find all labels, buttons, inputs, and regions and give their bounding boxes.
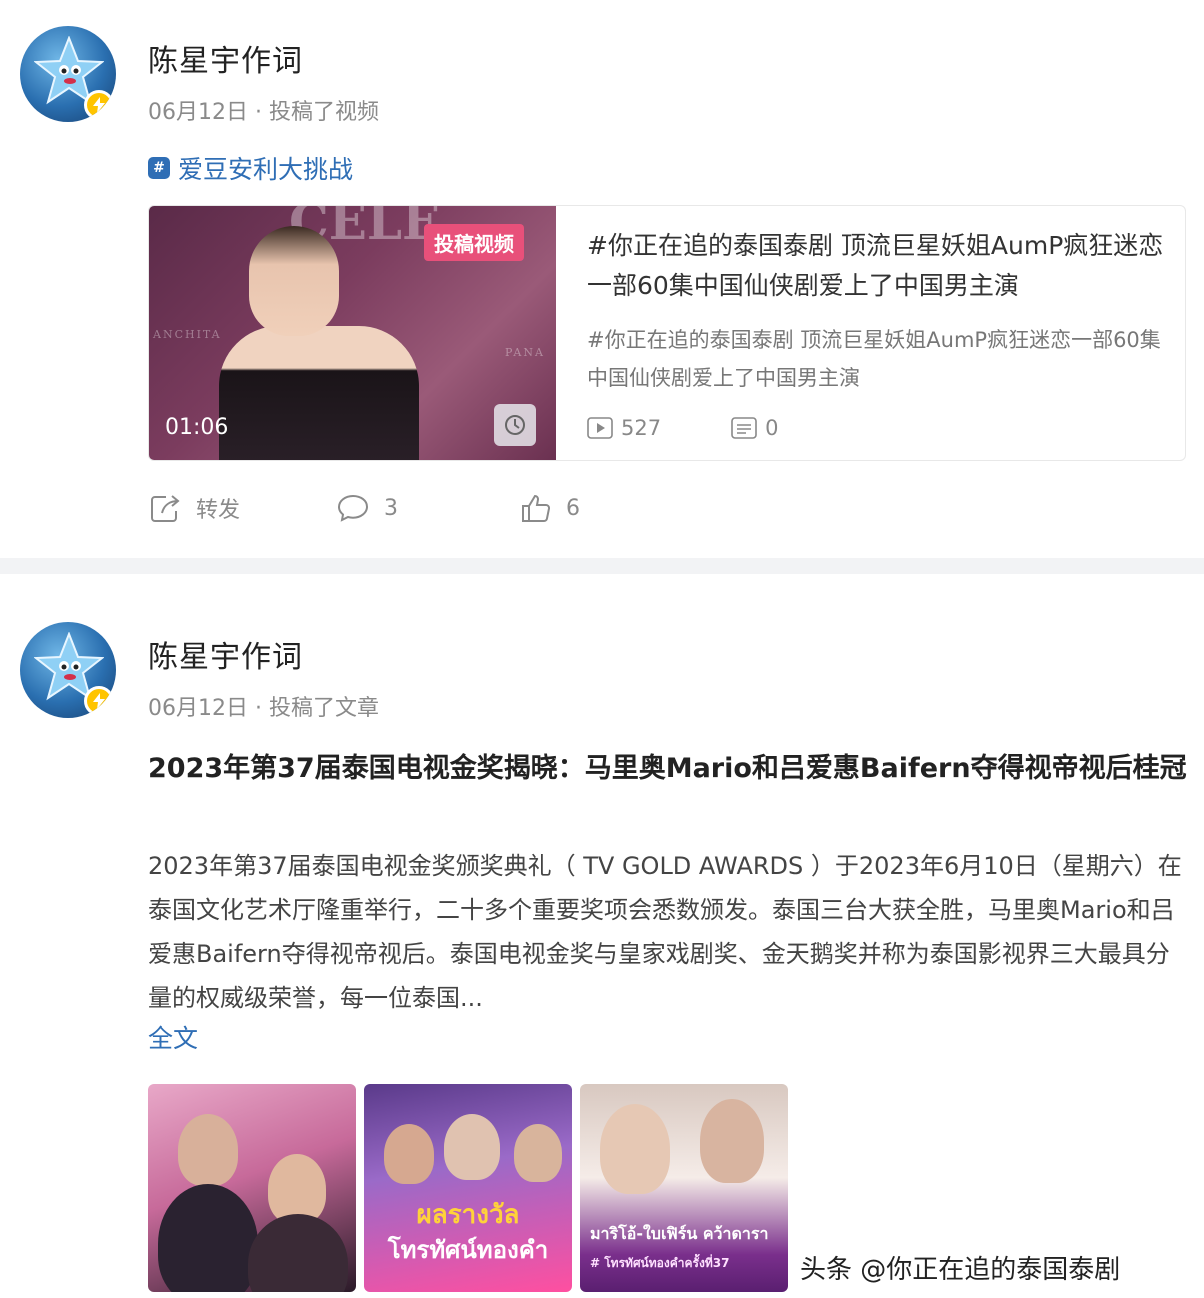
comment-list-icon [731, 417, 757, 439]
image-grid: ผลรางวัล โทรทัศน์ทองคำ มาริโอ้-ใบเฟิร์น … [148, 1084, 788, 1292]
play-count-value: 527 [621, 416, 662, 440]
image-figure [444, 1114, 500, 1180]
play-icon [587, 417, 613, 439]
like-button[interactable]: 6 [520, 493, 580, 523]
article-title[interactable]: 2023年第37届泰国电视金奖揭晓：马里奥Mario和吕爱惠Baifern夺得视… [148, 744, 1188, 794]
topic-label: 爱豆安利大挑战 [178, 155, 354, 184]
comment-count: 0 [731, 416, 778, 440]
image-caption: # โทรทัศน์ทองคำครั้งที่37 [590, 1256, 730, 1270]
thumb-figure [219, 326, 419, 460]
video-post: 陈星宇作词 06月12日 · 投稿了视频 # 爱豆安利大挑战 CELE ANCH… [0, 0, 1204, 558]
video-duration: 01:06 [165, 415, 229, 440]
watermark: 头条 @你正在追的泰国泰剧 [800, 1255, 1121, 1285]
feed-divider [0, 558, 1204, 574]
like-count-label: 6 [566, 495, 580, 521]
image-figure [248, 1214, 348, 1292]
article-post: 陈星宇作词 06月12日 · 投稿了文章 2023年第37届泰国电视金奖揭晓：马… [0, 574, 1204, 1298]
image-figure [384, 1124, 434, 1184]
image-caption: มาริโอ้-ใบเฟิร์น คว้าดารา [590, 1224, 769, 1243]
topic-link[interactable]: # 爱豆安利大挑战 [148, 150, 353, 186]
verified-badge-icon [84, 686, 114, 716]
comment-button[interactable]: 3 [336, 493, 520, 523]
thumb-figure-head [249, 226, 339, 336]
article-body: 2023年第37届泰国电视金奖颁奖典礼（ TV GOLD AWARDS ）于20… [148, 852, 1182, 1012]
thumb-backdrop-text: PANA [505, 346, 545, 359]
video-thumbnail[interactable]: CELE ANCHITA PANA 投稿视频 01:06 [149, 206, 556, 460]
comment-count-value: 0 [765, 416, 779, 440]
post-meta: 06月12日 · 投稿了文章 [148, 696, 379, 721]
thumbs-up-icon [522, 494, 550, 523]
image-figure [178, 1114, 238, 1186]
repost-button[interactable]: 转发 [150, 492, 336, 524]
image-caption: ผลรางวัล [416, 1200, 520, 1230]
verified-badge-icon [84, 90, 114, 120]
action-bar: 转发 3 6 [150, 492, 580, 524]
repost-icon [151, 495, 180, 522]
username[interactable]: 陈星宇作词 [148, 632, 303, 676]
video-title[interactable]: #你正在追的泰国泰剧 顶流巨星妖姐AumP疯狂迷恋一部60集中国仙侠剧爱上了中国… [587, 226, 1167, 306]
comment-icon [337, 494, 369, 522]
video-tag: 投稿视频 [424, 224, 524, 261]
avatar[interactable] [20, 622, 116, 718]
article-image[interactable]: ผลรางวัล โทรทัศน์ทองคำ [364, 1084, 572, 1292]
topic-icon: # [148, 157, 170, 179]
post-meta: 06月12日 · 投稿了视频 [148, 100, 379, 125]
article-image[interactable]: มาริโอ้-ใบเฟิร์น คว้าดารา # โทรทัศน์ทองค… [580, 1084, 788, 1292]
avatar[interactable] [20, 26, 116, 122]
image-caption: โทรทัศน์ทองคำ [387, 1236, 549, 1264]
article-image[interactable] [148, 1084, 356, 1292]
play-count: 527 [587, 416, 661, 440]
username[interactable]: 陈星宇作词 [148, 36, 303, 80]
image-figure [700, 1099, 764, 1183]
image-figure [600, 1104, 670, 1194]
full-text-link[interactable]: 全文 [148, 1019, 198, 1055]
video-stats: 527 0 [587, 416, 778, 440]
video-card[interactable]: CELE ANCHITA PANA 投稿视频 01:06 #你正在追的泰国泰剧 … [148, 205, 1186, 461]
video-description: #你正在追的泰国泰剧 顶流巨星妖姐AumP疯狂迷恋一部60集中国仙侠剧爱上了中国… [587, 328, 1161, 390]
watch-later-icon[interactable] [494, 404, 536, 446]
thumb-backdrop-text: ANCHITA [153, 328, 222, 341]
image-figure [514, 1124, 562, 1182]
repost-label: 转发 [196, 498, 241, 523]
image-figure [158, 1184, 258, 1292]
comment-count-label: 3 [384, 495, 398, 521]
